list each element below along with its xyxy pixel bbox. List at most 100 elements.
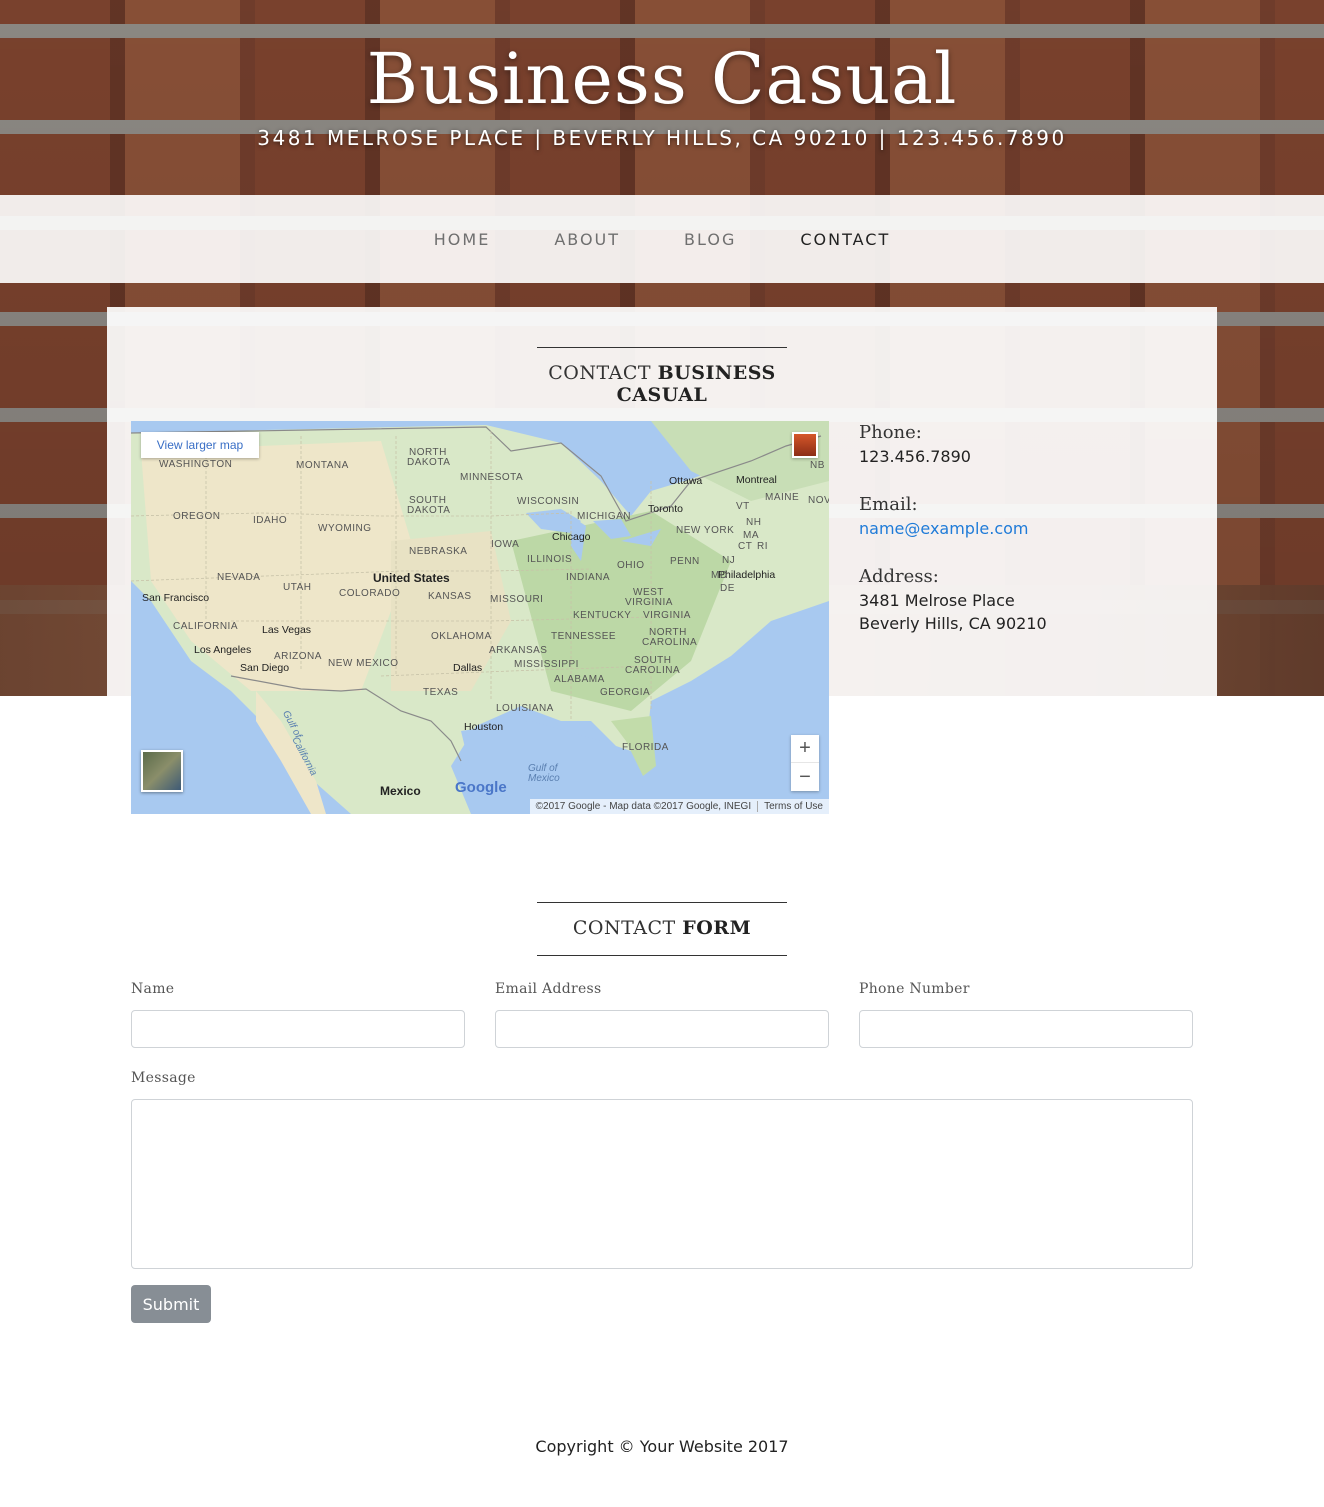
address-label: Address: (859, 566, 939, 587)
google-logo: Google (455, 779, 507, 796)
map-label-san-diego: San Diego (240, 662, 290, 674)
map-label-nebraska: NEBRASKA (409, 546, 468, 557)
nav-contact[interactable]: CONTACT (768, 230, 922, 249)
map-label-texas: TEXAS (423, 687, 459, 698)
map-label-ct: CT (738, 541, 753, 552)
view-larger-map-button[interactable]: View larger map (141, 432, 259, 458)
map-label-los-angeles: Los Angeles (194, 644, 252, 656)
avatar-image (794, 434, 816, 456)
email-link[interactable]: name@example.com (859, 519, 1029, 538)
map-label-ri: RI (757, 541, 768, 552)
map-label-san-francisco: San Francisco (142, 592, 210, 604)
message-textarea[interactable] (131, 1099, 1193, 1269)
name-field[interactable] (131, 1010, 465, 1048)
map-label-michigan: MICHIGAN (577, 511, 631, 522)
map-label-indiana: INDIANA (566, 572, 611, 583)
phone-label: Phone: (859, 422, 922, 443)
map-label-idaho: IDAHO (253, 515, 288, 526)
map-attribution: ©2017 Google - Map data ©2017 Google, IN… (529, 799, 829, 814)
submit-button[interactable]: Submit (131, 1285, 211, 1323)
map-label-ottawa: Ottawa (669, 475, 703, 487)
map-label-md: MD (711, 570, 728, 581)
nav-about[interactable]: ABOUT (522, 230, 652, 249)
map-label-west-virginia-2: VIRGINIA (625, 597, 673, 608)
map-label-de: DE (720, 583, 735, 594)
map-label-missouri: MISSOURI (490, 594, 544, 605)
phone-field[interactable] (859, 1010, 1193, 1048)
map-label-nevada: NEVADA (217, 572, 261, 583)
map-label-nh: NH (746, 517, 762, 528)
map-label-new-mexico: NEW MEXICO (328, 658, 399, 669)
map-label-south-carolina-2: CAROLINA (625, 665, 681, 676)
map-user-avatar[interactable] (792, 432, 818, 458)
attribution-divider (757, 801, 759, 812)
map-label-arizona: ARIZONA (274, 651, 322, 662)
form-title-light: CONTACT (572, 917, 683, 939)
map-label-penn: PENN (670, 556, 700, 567)
map-label-florida: FLORIDA (622, 742, 669, 753)
map-label-california: CALIFORNIA (173, 621, 239, 632)
map-attribution-text: ©2017 Google - Map data ©2017 Google, IN… (535, 801, 752, 812)
map-label-vt: VT (736, 501, 750, 512)
map-label-oklahoma: OKLAHOMA (431, 631, 492, 642)
map-label-new-york: NEW YORK (676, 525, 735, 536)
map-label-houston: Houston (464, 721, 504, 733)
map-label-north-dakota-2: DAKOTA (407, 457, 451, 468)
address-line-1: 3481 Melrose Place (859, 591, 1015, 610)
map-label-kentucky: KENTUCKY (573, 610, 632, 621)
map-label-nb: NB (810, 460, 825, 471)
name-label: Name (131, 981, 175, 997)
map-label-north-carolina-2: CAROLINA (642, 637, 698, 648)
map-label-toronto: Toronto (648, 503, 684, 515)
site-brand[interactable]: Business Casual (0, 38, 1324, 120)
address-block: Address: 3481 Melrose Place Beverly Hill… (859, 566, 1047, 633)
terms-of-use-link[interactable]: Terms of Use (764, 801, 823, 812)
email-label: Email: (859, 494, 918, 515)
map-label-iowa: IOWA (491, 539, 520, 550)
map-label-mississippi: MISSISSIPPI (514, 659, 579, 670)
main-navbar: HOME ABOUT BLOG CONTACT (0, 195, 1324, 283)
map-label-mexico: Mexico (380, 784, 421, 798)
message-label: Message (131, 1070, 196, 1086)
map-label-oregon: OREGON (173, 511, 221, 522)
email-address-label: Email Address (495, 981, 602, 997)
map-label-tennessee: TENNESSEE (551, 631, 617, 642)
address-line-2: Beverly Hills, CA 90210 (859, 614, 1047, 633)
address-bar: 3481 MELROSE PLACE | BEVERLY HILLS, CA 9… (257, 126, 1067, 150)
nav-home[interactable]: HOME (402, 230, 523, 249)
map-label-utah: UTAH (283, 582, 312, 593)
map-label-nj: NJ (722, 555, 736, 566)
map-label-montana: MONTANA (296, 460, 349, 471)
map-label-minnesota: MINNESOTA (460, 472, 524, 483)
map-label-colorado: COLORADO (339, 588, 401, 599)
nav-blog[interactable]: BLOG (652, 230, 768, 249)
map-label-kansas: KANSAS (428, 591, 472, 602)
map-label-las-vegas: Las Vegas (262, 624, 312, 636)
map-label-washington: WASHINGTON (159, 459, 233, 470)
satellite-toggle-button[interactable] (141, 750, 183, 792)
email-field[interactable] (495, 1010, 829, 1048)
map-label-alabama: ALABAMA (554, 674, 605, 685)
form-title-strong: FORM (682, 917, 752, 939)
map-label-nov: NOV (808, 495, 829, 506)
map-label-gulf-mexico-2: Mexico (528, 773, 560, 784)
embedded-map[interactable]: WASHINGTON MONTANA NORTH DAKOTA MINNESOT… (131, 421, 829, 814)
zoom-out-button[interactable]: − (791, 763, 819, 791)
email-block: Email: name@example.com (859, 494, 1029, 538)
map-label-wyoming: WYOMING (318, 523, 372, 534)
map-label-maine: MAINE (765, 492, 800, 503)
map-label-ohio: OHIO (617, 560, 645, 571)
zoom-in-button[interactable]: + (791, 735, 819, 763)
phone-value: 123.456.7890 (859, 447, 971, 466)
zoom-controls: + − (791, 735, 819, 791)
map-label-wisconsin: WISCONSIN (517, 496, 580, 507)
map-label-louisiana: LOUISIANA (496, 703, 554, 714)
map-label-chicago: Chicago (552, 531, 591, 543)
map-label-georgia: GEORGIA (600, 687, 651, 698)
map-label-united-states: United States (373, 571, 450, 585)
contact-title-light: CONTACT (548, 362, 658, 384)
map-label-arkansas: ARKANSAS (489, 645, 548, 656)
phone-number-label: Phone Number (859, 981, 970, 997)
footer-copyright: Copyright © Your Website 2017 (535, 1437, 789, 1456)
contact-section-title: CONTACT BUSINESS CASUAL (537, 347, 787, 423)
